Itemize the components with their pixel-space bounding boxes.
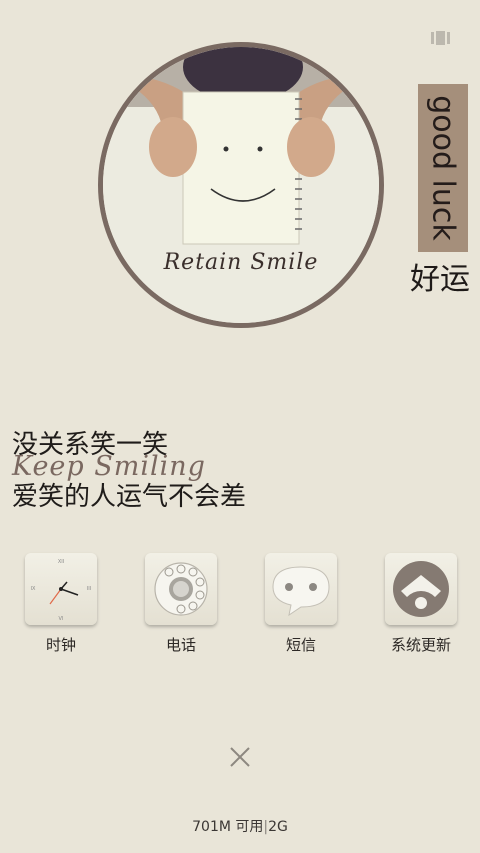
smile-photo: Retain Smile	[98, 42, 384, 328]
update-heart-icon[interactable]	[385, 553, 457, 625]
good-fortune-label: 好运	[410, 262, 470, 297]
app-clock[interactable]: XII VI IX III 时钟	[24, 553, 98, 655]
svg-text:III: III	[87, 586, 91, 592]
close-icon[interactable]	[229, 746, 251, 768]
lockscreen: Retain Smile good luck 好运 没关系笑一笑 Keep Sm…	[0, 0, 480, 853]
app-system-update-label: 系统更新	[390, 636, 451, 654]
app-phone[interactable]: 电话	[144, 553, 218, 655]
svg-text:IX: IX	[31, 586, 36, 592]
good-luck-tag: good luck	[418, 84, 468, 252]
slogan-line-3: 爱笑的人运气不会差	[12, 482, 247, 512]
app-phone-label: 电话	[165, 636, 196, 654]
network-type: 2G	[268, 819, 288, 835]
hero-caption: Retain Smile	[163, 250, 319, 275]
app-messages-label: 短信	[285, 636, 316, 654]
app-messages[interactable]: 短信	[264, 553, 338, 655]
app-system-update[interactable]: 系统更新	[384, 553, 458, 655]
rotary-phone-icon[interactable]	[145, 553, 217, 625]
svg-text:VI: VI	[59, 616, 64, 622]
chat-bubble-icon[interactable]	[265, 553, 337, 625]
memory-available: 701M 可用	[192, 819, 264, 835]
memory-status: 701M 可用|2G	[192, 819, 288, 835]
clock-icon[interactable]: XII VI IX III	[25, 553, 97, 625]
good-luck-text: good luck	[425, 95, 461, 241]
app-clock-label: 时钟	[45, 636, 76, 654]
recent-apps-icon[interactable]	[431, 31, 450, 45]
svg-text:XII: XII	[58, 559, 64, 565]
smile-illustration	[103, 47, 379, 323]
